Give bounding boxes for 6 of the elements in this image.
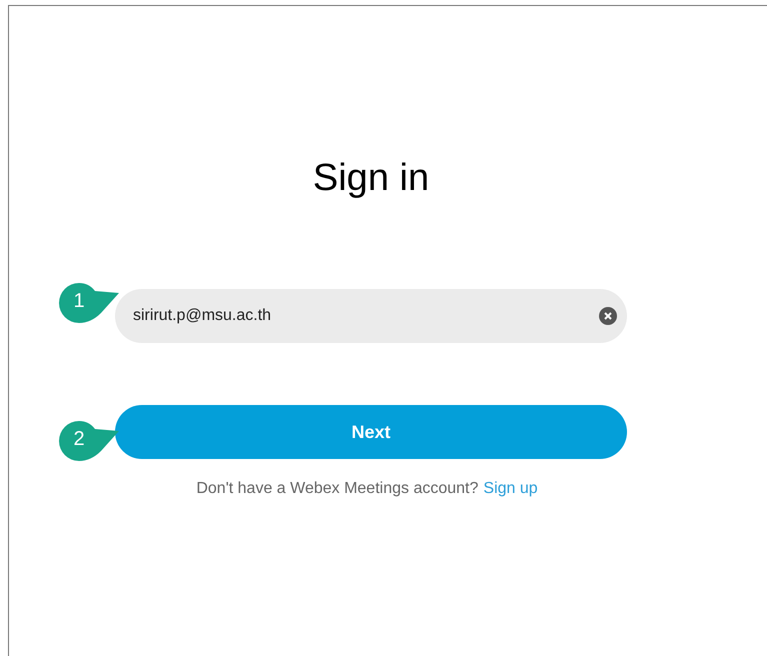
signup-prompt: Don't have a Webex Meetings account?: [196, 479, 478, 499]
next-button[interactable]: Next: [115, 405, 627, 459]
clear-icon[interactable]: [599, 307, 617, 325]
email-field[interactable]: sirirut.p@msu.ac.th: [115, 289, 627, 343]
page-title: Sign in: [312, 156, 430, 200]
signup-link[interactable]: Sign up: [483, 479, 538, 499]
